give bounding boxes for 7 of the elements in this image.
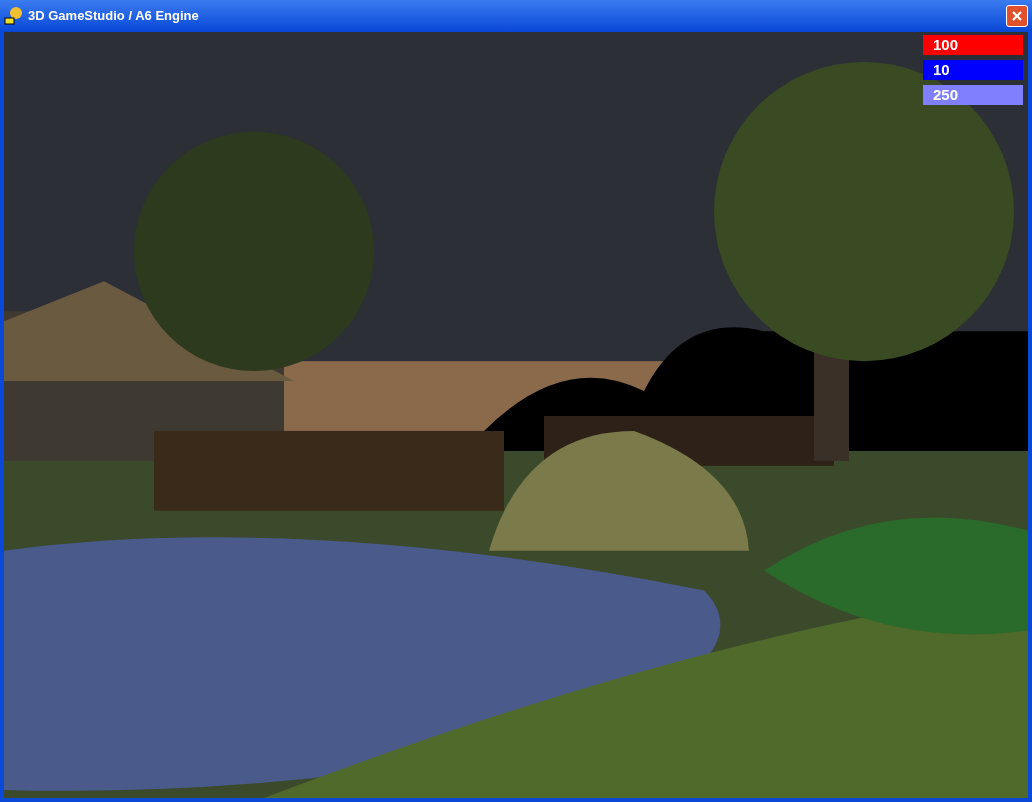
window-title: 3D GameStudio / A6 Engine — [28, 7, 200, 26]
close-icon — [1011, 10, 1023, 22]
hud-value: 10 — [923, 60, 1023, 80]
close-button[interactable] — [1006, 5, 1028, 27]
hud-value: 100 — [923, 35, 1023, 55]
app-icon — [4, 6, 24, 26]
hud-value: 250 — [923, 85, 1023, 105]
